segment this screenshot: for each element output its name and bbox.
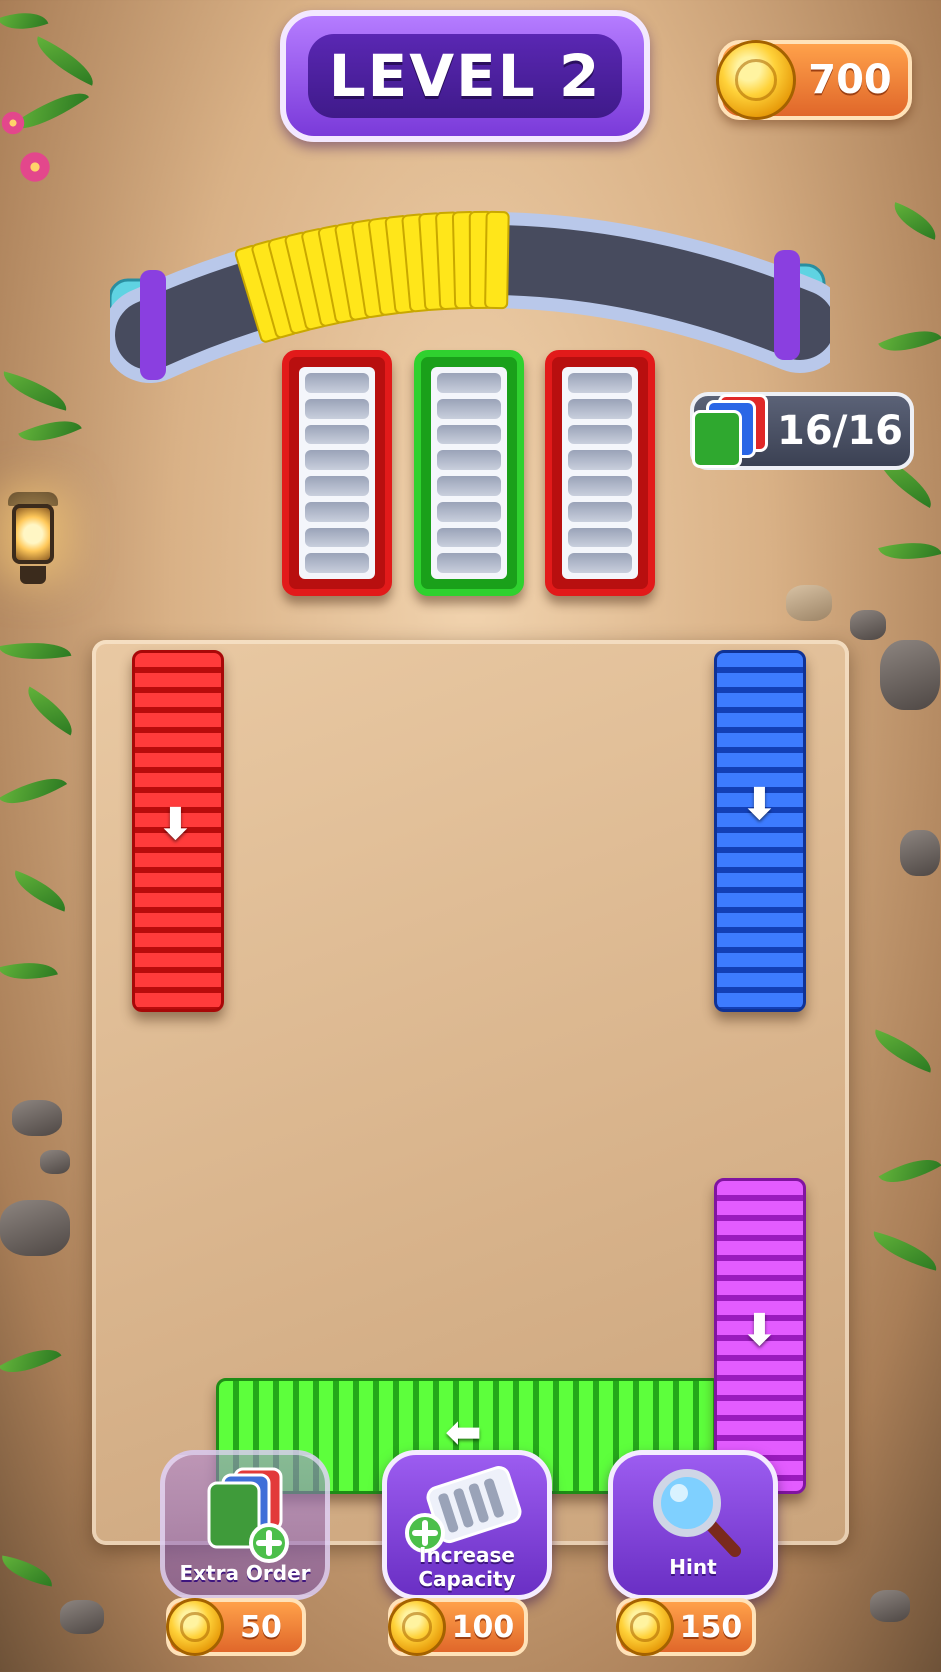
order-counter: 16/16 (690, 392, 914, 470)
order-slot-red (282, 350, 392, 596)
order-slot-red (545, 350, 655, 596)
slot-capacity (431, 367, 507, 579)
coin-icon (166, 1598, 224, 1656)
stack-red[interactable]: ⬇ (132, 650, 224, 1012)
order-progress: 16/16 (777, 408, 903, 454)
increase-capacity-price: 100 (388, 1598, 528, 1656)
lantern-icon (2, 490, 64, 590)
arrow-down-icon: ⬇ (741, 779, 778, 830)
level-title: LEVEL 2 (308, 34, 622, 118)
coin-amount: 700 (808, 57, 892, 103)
slot-capacity (299, 367, 375, 579)
extra-order-label: Extra Order (179, 1561, 311, 1585)
arrow-down-icon: ⬇ (157, 799, 194, 850)
hint-label: Hint (669, 1555, 717, 1579)
flower-icon (18, 150, 52, 184)
coin-icon (616, 1598, 674, 1656)
coin-icon (388, 1598, 446, 1656)
conveyor-items (234, 210, 510, 343)
hint-button[interactable]: Hint (608, 1450, 778, 1600)
slot-capacity (562, 367, 638, 579)
cards-plus-icon (207, 1467, 289, 1563)
stack-blue[interactable]: ⬇ (714, 650, 806, 1012)
arrow-left-icon: ⬅ (445, 1407, 482, 1458)
level-badge: LEVEL 2 (280, 10, 650, 142)
tray-plus-icon (405, 1466, 522, 1553)
conveyor-item (484, 210, 510, 310)
stack-purple[interactable]: ⬇ (714, 1178, 806, 1494)
increase-capacity-label: Increase Capacity (418, 1543, 516, 1591)
order-cards-icon (682, 388, 768, 472)
extra-order-price: 50 (166, 1598, 306, 1656)
coin-icon (716, 40, 796, 120)
arrow-down-icon: ⬇ (741, 1305, 778, 1356)
coin-counter: 700 (716, 40, 912, 120)
magnifier-icon (653, 1469, 741, 1557)
increase-capacity-button[interactable]: Increase Capacity (382, 1450, 552, 1600)
extra-order-button[interactable]: Extra Order (160, 1450, 330, 1600)
hint-price: 150 (616, 1598, 756, 1656)
order-slot-green (414, 350, 524, 596)
